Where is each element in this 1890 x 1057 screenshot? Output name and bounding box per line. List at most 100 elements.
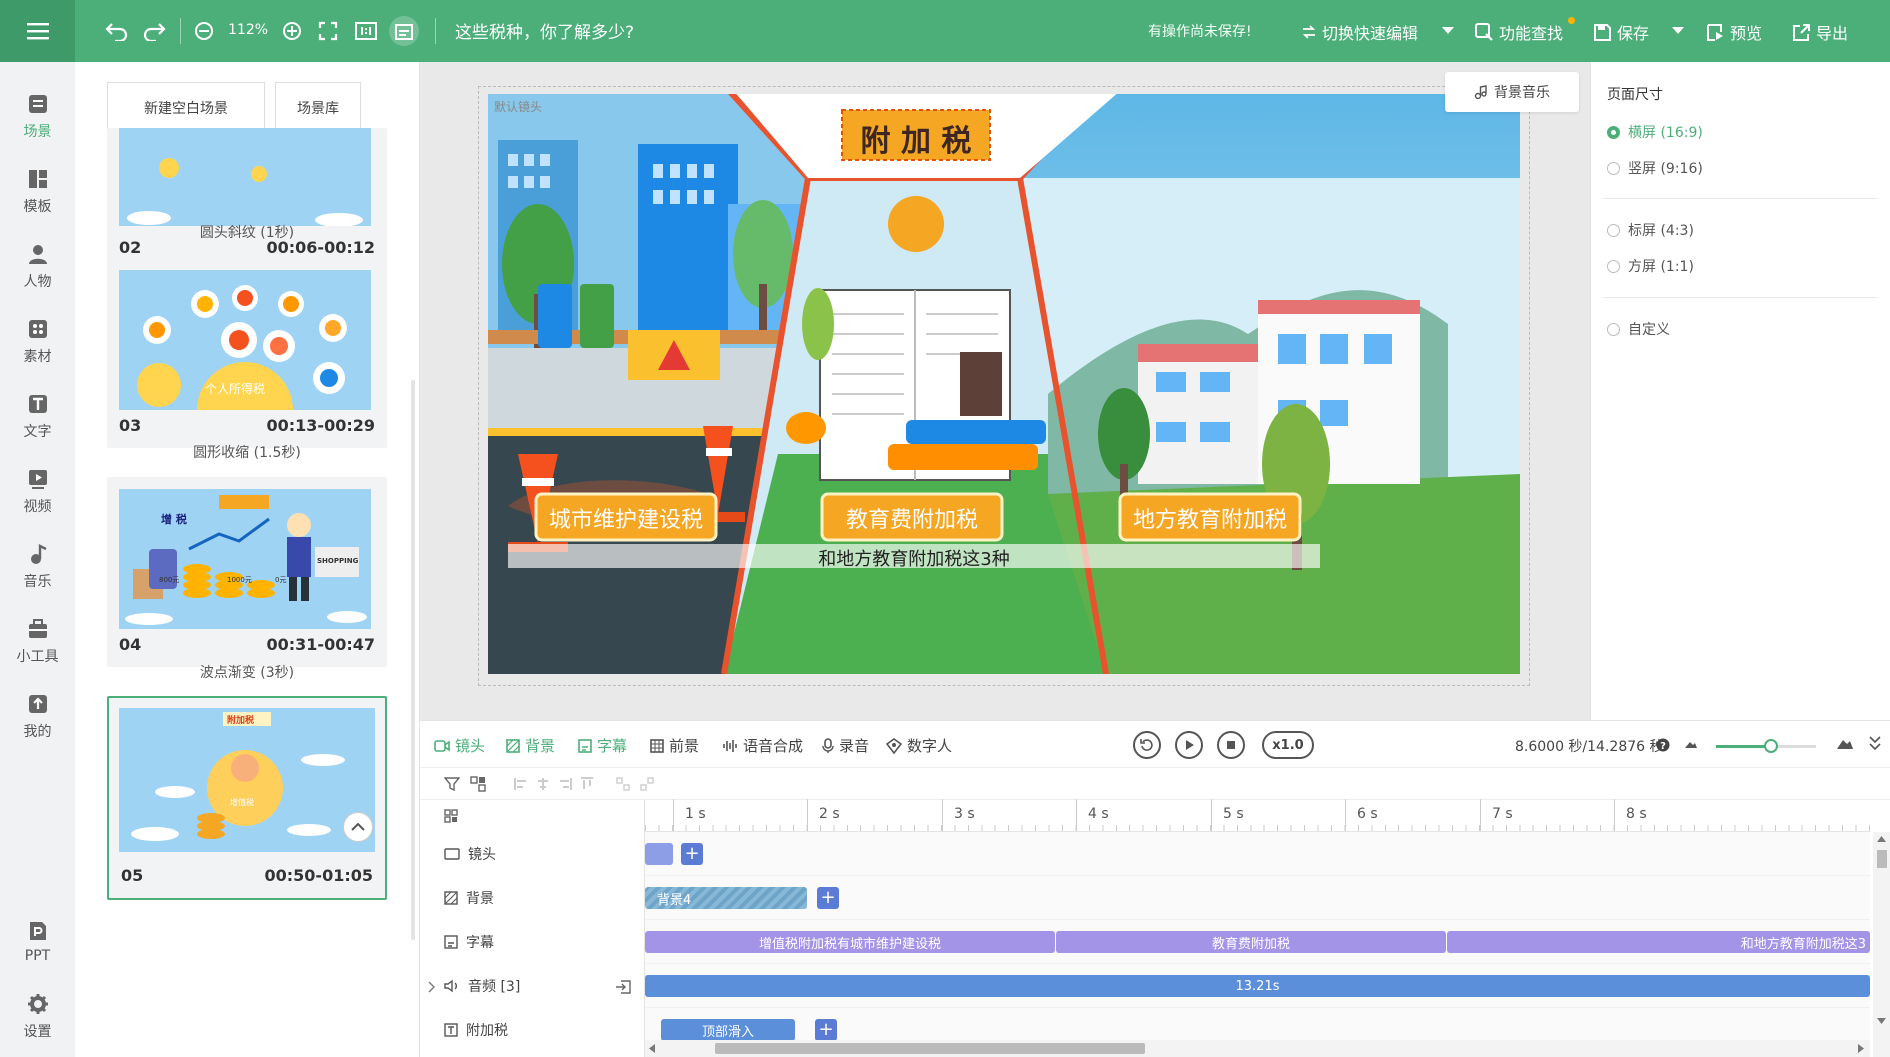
size-option-landscape[interactable]: 横屏 (16:9) [1607, 122, 1703, 142]
lens-clip[interactable] [645, 843, 673, 865]
track-extra[interactable]: 附加税 [444, 1020, 508, 1040]
tab-digital-human[interactable]: 数字人 [886, 735, 952, 756]
scene-card-02[interactable]: 02 00:06-00:12 [107, 128, 387, 266]
feature-search-button[interactable]: 功能查找 [1475, 20, 1563, 44]
fit-screen-button[interactable] [314, 17, 342, 45]
add-lens-button[interactable]: + [681, 843, 703, 865]
align-center-icon[interactable] [536, 777, 550, 791]
timeline-ruler[interactable]: 1 s 2 s 3 s 4 s 5 s 6 s 7 s 8 s [645, 799, 1870, 832]
canvas-label-right[interactable]: 地方教育附加税 [1120, 502, 1300, 534]
scroll-up-button[interactable] [343, 812, 373, 842]
scroll-up-icon[interactable] [1877, 836, 1886, 842]
size-option-square[interactable]: 方屏 (1:1) [1607, 256, 1694, 276]
canvas-label-middle[interactable]: 教育费附加税 [822, 502, 1002, 534]
nav-material[interactable]: 素材 [0, 307, 75, 377]
nav-settings[interactable]: 设置 [0, 982, 75, 1052]
expand-chevron-icon[interactable] [428, 981, 436, 993]
track-subtitle[interactable]: 字幕 [444, 932, 494, 952]
import-icon[interactable] [615, 980, 631, 994]
background-music-button[interactable]: 背景音乐 [1445, 72, 1579, 112]
align-top-icon[interactable] [580, 777, 594, 791]
horizontal-scroll-thumb[interactable] [715, 1043, 1145, 1054]
extra-clip[interactable]: 顶部滑入 [661, 1019, 795, 1041]
distribute-icon[interactable] [616, 777, 630, 791]
playback-speed[interactable]: x1.0 [1262, 731, 1314, 759]
subtitle-mode-button[interactable] [389, 16, 419, 46]
zoom-in-button[interactable] [278, 17, 306, 45]
track-lens[interactable]: 镜头 [444, 844, 496, 864]
scene-library-button[interactable]: 场景库 [275, 82, 361, 134]
background-clip[interactable]: 背景4 [645, 887, 807, 909]
timeline-horizontal-scrollbar[interactable] [645, 1040, 1870, 1057]
subtitle-clip-2[interactable]: 教育费附加税 [1056, 931, 1446, 953]
size-option-portrait[interactable]: 竖屏 (9:16) [1607, 158, 1703, 178]
replay-button[interactable] [1133, 731, 1161, 759]
document-title[interactable]: 这些税种，你了解多少? [455, 18, 634, 43]
scroll-down-icon[interactable] [1877, 1018, 1886, 1024]
help-icon[interactable]: ? [1656, 738, 1670, 752]
save-dropdown[interactable] [1664, 17, 1692, 45]
transition-2[interactable]: 圆形收缩 (1.5秒) [107, 442, 387, 462]
size-option-standard[interactable]: 标屏 (4:3) [1607, 220, 1694, 240]
canvas-subtitle[interactable]: 和地方教育附加税这3种 [508, 545, 1320, 571]
zoom-out-button[interactable] [190, 17, 218, 45]
redo-button[interactable] [140, 17, 168, 45]
save-button[interactable]: 保存 [1594, 20, 1649, 44]
export-button[interactable]: 导出 [1793, 20, 1848, 44]
canvas-label-left[interactable]: 城市维护建设税 [536, 502, 716, 534]
subtitle-clip-1[interactable]: 增值税附加税有城市维护建设税 [645, 931, 1055, 953]
scene-panel-scrollbar[interactable] [411, 380, 415, 940]
collapse-timeline-icon[interactable] [1869, 735, 1881, 751]
zoom-knob[interactable] [1764, 739, 1778, 753]
canvas-title[interactable]: 附 加 税 [842, 116, 990, 160]
transition-3[interactable]: 波点渐变 (3秒) [107, 662, 387, 682]
stop-button[interactable] [1217, 731, 1245, 759]
add-background-button[interactable]: + [817, 887, 839, 909]
nav-toolbox[interactable]: 小工具 [0, 607, 75, 677]
nav-video[interactable]: 视频 [0, 457, 75, 527]
track-background[interactable]: 背景 [444, 888, 494, 908]
actual-size-button[interactable] [352, 17, 380, 45]
transition-1[interactable]: 圆头斜纹 (1秒) [107, 222, 387, 242]
nav-template[interactable]: 模板 [0, 157, 75, 227]
audio-clip[interactable]: 13.21s [645, 975, 1870, 997]
scene-card-05[interactable]: 附加税 增值税 05 00:50-01:05 [107, 696, 387, 900]
size-option-custom[interactable]: 自定义 [1607, 319, 1670, 339]
tab-lens[interactable]: 镜头 [434, 735, 485, 756]
undo-button[interactable] [103, 17, 131, 45]
timeline-vertical-scrollbar[interactable] [1873, 832, 1890, 1057]
quick-edit-switch[interactable]: 切换快速编辑 [1302, 20, 1418, 44]
zoom-out-mountain-icon[interactable] [1684, 739, 1698, 749]
new-blank-scene-button[interactable]: 新建空白场景 [107, 82, 265, 134]
tab-tts[interactable]: 语音合成 [722, 735, 803, 756]
layout-icon[interactable] [444, 809, 458, 823]
nav-ppt[interactable]: PPT [0, 907, 75, 977]
nav-text[interactable]: 文字 [0, 382, 75, 452]
align-left-icon[interactable] [514, 777, 528, 791]
filter-icon[interactable] [444, 776, 460, 792]
scroll-left-icon[interactable] [649, 1044, 655, 1053]
nav-mine[interactable]: 我的 [0, 682, 75, 752]
align-right-icon[interactable] [558, 777, 572, 791]
subtitle-clip-3[interactable]: 和地方教育附加税这3 [1447, 931, 1870, 953]
timeline-zoom-slider[interactable] [1716, 739, 1816, 753]
scroll-right-icon[interactable] [1858, 1044, 1864, 1053]
menu-button[interactable] [0, 0, 75, 62]
quick-edit-dropdown[interactable] [1434, 17, 1462, 45]
add-extra-button[interactable]: + [815, 1019, 837, 1041]
track-audio[interactable]: 音频 [3] [444, 976, 520, 996]
scene-card-03[interactable]: 个人所得税 03 00:13-00:29 [107, 258, 387, 448]
play-button[interactable] [1175, 731, 1203, 759]
distribute-alt-icon[interactable] [640, 777, 654, 791]
nav-scene[interactable]: 场景 [0, 82, 75, 152]
preview-button[interactable]: 预览 [1707, 20, 1762, 44]
scene-card-04[interactable]: 增 税 800元 1000元 0元 SHOPPING 04 00:31-00:4… [107, 477, 387, 667]
tab-background[interactable]: 背景 [506, 735, 555, 756]
tab-record[interactable]: 录音 [822, 735, 869, 756]
group-icon[interactable] [470, 776, 486, 792]
tab-subtitle[interactable]: 字幕 [578, 735, 627, 756]
nav-music[interactable]: 音乐 [0, 532, 75, 602]
vertical-scroll-thumb[interactable] [1877, 850, 1887, 868]
zoom-in-mountain-icon[interactable] [1836, 736, 1854, 750]
stage[interactable]: 默认镜头 附 加 税 城市维护建设税 教育费附加税 地方教育附加税 和地方教育附… [488, 94, 1520, 674]
